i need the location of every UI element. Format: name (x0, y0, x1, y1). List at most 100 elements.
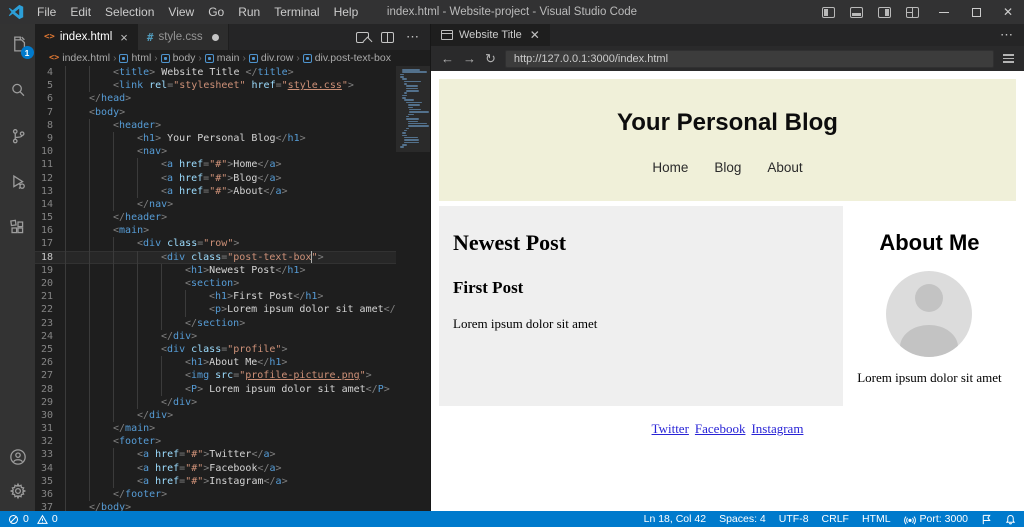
breadcrumb-item-main[interactable]: main (205, 52, 240, 64)
eol-sequence[interactable]: CRLF (822, 513, 849, 525)
code-line-20[interactable]: 20<section> (35, 277, 430, 290)
notifications-bell-icon[interactable] (1005, 514, 1016, 525)
line-number[interactable]: 35 (35, 475, 65, 488)
line-number[interactable]: 11 (35, 158, 65, 171)
footer-link-facebook[interactable]: Facebook (695, 421, 746, 436)
line-number[interactable]: 25 (35, 343, 65, 356)
toggle-secondary-sidebar-icon[interactable] (878, 7, 891, 18)
breadcrumb-item-div.row[interactable]: div.row (249, 52, 293, 64)
code-line-17[interactable]: 17<div class="row"> (35, 237, 430, 250)
line-number[interactable]: 19 (35, 264, 65, 277)
tab-style.css[interactable]: #style.css (138, 24, 229, 50)
preview-more-actions-icon[interactable]: ⋯ (1000, 27, 1024, 43)
customize-layout-icon[interactable] (906, 7, 919, 18)
breadcrumb-item-html[interactable]: html (119, 52, 151, 64)
preview-menu-icon[interactable] (1003, 54, 1014, 62)
split-editor-icon[interactable] (381, 32, 394, 43)
menu-file[interactable]: File (30, 0, 63, 24)
code-line-22[interactable]: 22<p>Lorem ipsum dolor sit amet</ (35, 303, 430, 316)
code-line-13[interactable]: 13<a href="#">About</a> (35, 185, 430, 198)
line-number[interactable]: 37 (35, 501, 65, 511)
line-number[interactable]: 31 (35, 422, 65, 435)
code-line-21[interactable]: 21<h1>First Post</h1> (35, 290, 430, 303)
more-actions-icon[interactable]: ⋯ (406, 32, 420, 42)
menu-edit[interactable]: Edit (63, 0, 98, 24)
line-number[interactable]: 10 (35, 145, 65, 158)
encoding[interactable]: UTF-8 (779, 513, 809, 525)
menu-view[interactable]: View (161, 0, 201, 24)
nav-link-blog[interactable]: Blog (714, 160, 741, 175)
line-number[interactable]: 32 (35, 435, 65, 448)
code-line-18[interactable]: 18<div class="post-text-box"> (35, 251, 430, 264)
toggle-sidebar-icon[interactable] (822, 7, 835, 18)
tab-index.html[interactable]: <>index.html× (35, 24, 138, 50)
source-control-icon[interactable] (6, 124, 30, 148)
close-tab-icon[interactable]: × (120, 30, 128, 45)
line-number[interactable]: 14 (35, 198, 65, 211)
code-line-5[interactable]: 5<link rel="stylesheet" href="style.css"… (35, 79, 430, 92)
code-line-36[interactable]: 36</footer> (35, 488, 430, 501)
code-line-8[interactable]: 8<header> (35, 119, 430, 132)
code-line-19[interactable]: 19<h1>Newest Post</h1> (35, 264, 430, 277)
line-number[interactable]: 12 (35, 172, 65, 185)
line-number[interactable]: 34 (35, 462, 65, 475)
code-line-16[interactable]: 16<main> (35, 224, 430, 237)
live-preview-port[interactable]: Port: 3000 (904, 513, 968, 525)
line-number[interactable]: 26 (35, 356, 65, 369)
breadcrumb-item-index.html[interactable]: <>index.html (49, 52, 110, 64)
close-preview-icon[interactable]: ✕ (530, 28, 540, 42)
breadcrumb-item-body[interactable]: body (161, 52, 196, 64)
toggle-panel-icon[interactable] (850, 7, 863, 18)
maximize-button[interactable] (960, 0, 992, 24)
code-line-10[interactable]: 10<nav> (35, 145, 430, 158)
code-line-37[interactable]: 37</body> (35, 501, 430, 511)
menu-run[interactable]: Run (231, 0, 267, 24)
menu-selection[interactable]: Selection (98, 0, 161, 24)
code-line-26[interactable]: 26<h1>About Me</h1> (35, 356, 430, 369)
code-line-28[interactable]: 28<P> Lorem ipsum dolor sit amet</P> (35, 383, 430, 396)
nav-link-home[interactable]: Home (652, 160, 688, 175)
line-number[interactable]: 33 (35, 448, 65, 461)
problems-indicator[interactable]: 0 0 (8, 513, 58, 525)
code-line-27[interactable]: 27<img src="profile-picture.png"> (35, 369, 430, 382)
extensions-icon[interactable] (6, 216, 30, 240)
line-number[interactable]: 27 (35, 369, 65, 382)
line-number[interactable]: 22 (35, 303, 65, 316)
cursor-position[interactable]: Ln 18, Col 42 (644, 513, 706, 525)
close-window-button[interactable]: ✕ (992, 0, 1024, 24)
code-line-34[interactable]: 34<a href="#">Facebook</a> (35, 462, 430, 475)
code-line-23[interactable]: 23</section> (35, 317, 430, 330)
code-line-12[interactable]: 12<a href="#">Blog</a> (35, 172, 430, 185)
line-number[interactable]: 15 (35, 211, 65, 224)
modified-dot-icon[interactable] (212, 34, 219, 41)
language-mode[interactable]: HTML (862, 513, 891, 525)
line-number[interactable]: 30 (35, 409, 65, 422)
explorer-icon[interactable]: 1 (6, 32, 30, 56)
line-number[interactable]: 13 (35, 185, 65, 198)
menu-go[interactable]: Go (201, 0, 231, 24)
code-line-31[interactable]: 31</main> (35, 422, 430, 435)
line-number[interactable]: 36 (35, 488, 65, 501)
line-number[interactable]: 16 (35, 224, 65, 237)
reload-icon[interactable]: ↻ (485, 51, 496, 67)
settings-gear-icon[interactable] (6, 479, 30, 503)
search-icon[interactable] (6, 78, 30, 102)
code-editor[interactable]: 4<title> Website Title </title>5<link re… (35, 66, 430, 511)
code-line-29[interactable]: 29</div> (35, 396, 430, 409)
feedback-flag-icon[interactable] (981, 514, 992, 525)
line-number[interactable]: 23 (35, 317, 65, 330)
code-line-14[interactable]: 14</nav> (35, 198, 430, 211)
account-icon[interactable] (6, 445, 30, 469)
footer-link-twitter[interactable]: Twitter (652, 421, 689, 436)
line-number[interactable]: 24 (35, 330, 65, 343)
line-number[interactable]: 5 (35, 79, 65, 92)
back-icon[interactable]: ← (441, 52, 454, 65)
code-line-30[interactable]: 30</div> (35, 409, 430, 422)
menu-help[interactable]: Help (327, 0, 366, 24)
code-line-33[interactable]: 33<a href="#">Twitter</a> (35, 448, 430, 461)
line-number[interactable]: 6 (35, 92, 65, 105)
line-number[interactable]: 21 (35, 290, 65, 303)
line-number[interactable]: 20 (35, 277, 65, 290)
line-number[interactable]: 4 (35, 66, 65, 79)
line-number[interactable]: 17 (35, 237, 65, 250)
